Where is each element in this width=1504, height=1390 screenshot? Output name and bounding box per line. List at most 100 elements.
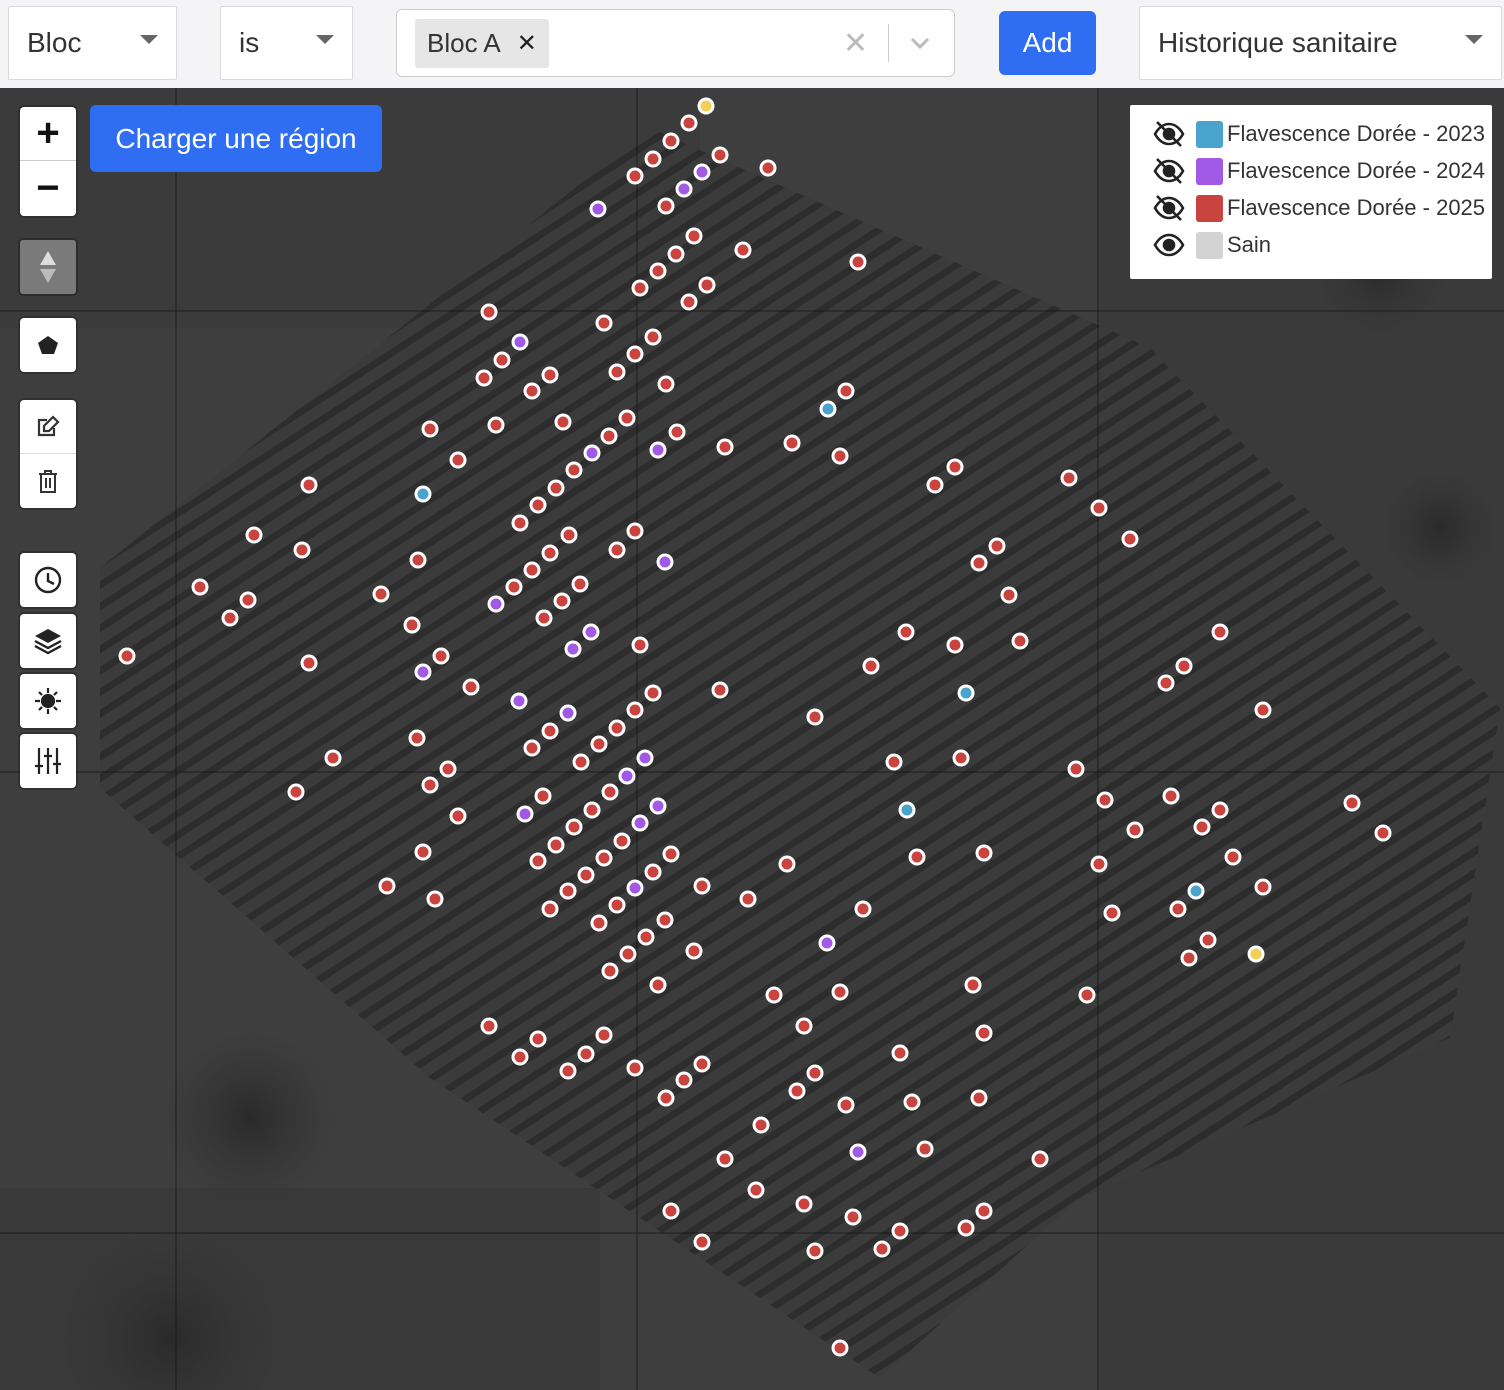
plant-marker[interactable]: [600, 427, 618, 445]
plant-marker[interactable]: [778, 855, 796, 873]
plant-marker[interactable]: [697, 97, 715, 115]
plant-marker[interactable]: [739, 890, 757, 908]
compass-icon[interactable]: [20, 240, 76, 294]
plant-marker[interactable]: [577, 1045, 595, 1063]
plant-marker[interactable]: [957, 1219, 975, 1237]
plant-marker[interactable]: [480, 1017, 498, 1035]
plant-marker[interactable]: [595, 314, 613, 332]
plant-marker[interactable]: [854, 900, 872, 918]
plant-marker[interactable]: [1175, 657, 1193, 675]
plant-marker[interactable]: [656, 553, 674, 571]
plant-marker[interactable]: [644, 328, 662, 346]
plant-marker[interactable]: [590, 914, 608, 932]
plant-marker[interactable]: [408, 729, 426, 747]
plant-marker[interactable]: [565, 818, 583, 836]
plant-marker[interactable]: [657, 375, 675, 393]
plant-marker[interactable]: [1247, 945, 1265, 963]
plant-marker[interactable]: [675, 180, 693, 198]
plant-marker[interactable]: [631, 279, 649, 297]
plant-marker[interactable]: [1254, 878, 1272, 896]
plant-marker[interactable]: [619, 945, 637, 963]
clear-icon[interactable]: ✕: [843, 26, 868, 61]
remove-chip-icon[interactable]: ✕: [517, 29, 537, 58]
plant-marker[interactable]: [239, 591, 257, 609]
plant-marker[interactable]: [409, 551, 427, 569]
plant-marker[interactable]: [529, 852, 547, 870]
plant-marker[interactable]: [693, 1233, 711, 1251]
plant-marker[interactable]: [831, 447, 849, 465]
plant-marker[interactable]: [1193, 818, 1211, 836]
plant-marker[interactable]: [564, 640, 582, 658]
plant-marker[interactable]: [831, 1339, 849, 1357]
polygon-icon[interactable]: [20, 318, 76, 372]
plant-marker[interactable]: [849, 1143, 867, 1161]
plant-marker[interactable]: [432, 647, 450, 665]
legend-item-sain[interactable]: Sain: [1152, 230, 1271, 260]
plant-marker[interactable]: [449, 807, 467, 825]
plant-marker[interactable]: [693, 877, 711, 895]
plant-marker[interactable]: [1067, 760, 1085, 778]
plant-marker[interactable]: [1187, 882, 1205, 900]
plant-marker[interactable]: [529, 1030, 547, 1048]
plant-marker[interactable]: [372, 585, 390, 603]
plant-marker[interactable]: [795, 1195, 813, 1213]
plant-marker[interactable]: [1000, 586, 1018, 604]
plant-marker[interactable]: [806, 708, 824, 726]
plant-marker[interactable]: [511, 333, 529, 351]
plant-marker[interactable]: [245, 526, 263, 544]
plant-marker[interactable]: [1254, 701, 1272, 719]
plant-marker[interactable]: [636, 749, 654, 767]
plant-marker[interactable]: [1096, 791, 1114, 809]
plant-marker[interactable]: [403, 616, 421, 634]
plant-marker[interactable]: [475, 369, 493, 387]
plant-marker[interactable]: [1126, 821, 1144, 839]
plant-marker[interactable]: [511, 1048, 529, 1066]
plant-marker[interactable]: [711, 146, 729, 164]
plant-marker[interactable]: [511, 514, 529, 532]
plant-marker[interactable]: [421, 776, 439, 794]
plant-marker[interactable]: [523, 561, 541, 579]
plant-marker[interactable]: [1169, 900, 1187, 918]
plant-marker[interactable]: [806, 1064, 824, 1082]
plant-marker[interactable]: [819, 400, 837, 418]
plant-marker[interactable]: [571, 575, 589, 593]
plant-marker[interactable]: [957, 684, 975, 702]
plant-marker[interactable]: [631, 814, 649, 832]
plant-marker[interactable]: [747, 1181, 765, 1199]
plant-marker[interactable]: [626, 522, 644, 540]
plant-marker[interactable]: [449, 451, 467, 469]
plant-marker[interactable]: [1224, 848, 1242, 866]
plant-marker[interactable]: [505, 578, 523, 596]
plant-marker[interactable]: [626, 345, 644, 363]
plant-marker[interactable]: [711, 681, 729, 699]
plant-marker[interactable]: [693, 1055, 711, 1073]
plant-marker[interactable]: [559, 882, 577, 900]
plant-marker[interactable]: [649, 441, 667, 459]
plant-marker[interactable]: [1211, 623, 1229, 641]
history-icon[interactable]: [20, 553, 76, 607]
plant-marker[interactable]: [608, 719, 626, 737]
plant-marker[interactable]: [818, 934, 836, 952]
plant-marker[interactable]: [752, 1116, 770, 1134]
plant-marker[interactable]: [1211, 801, 1229, 819]
plant-marker[interactable]: [1103, 904, 1121, 922]
legend-item-2025[interactable]: Flavescence Dorée - 2025: [1152, 193, 1485, 223]
plant-marker[interactable]: [1199, 931, 1217, 949]
plant-marker[interactable]: [590, 735, 608, 753]
plant-marker[interactable]: [534, 787, 552, 805]
value-multiselect[interactable]: Bloc A ✕ ✕: [396, 9, 955, 77]
plant-marker[interactable]: [783, 434, 801, 452]
plant-marker[interactable]: [716, 1150, 734, 1168]
plant-marker[interactable]: [541, 366, 559, 384]
plant-marker[interactable]: [885, 753, 903, 771]
plant-marker[interactable]: [613, 832, 631, 850]
plant-marker[interactable]: [759, 159, 777, 177]
plant-marker[interactable]: [439, 760, 457, 778]
plant-marker[interactable]: [618, 767, 636, 785]
history-select[interactable]: Historique sanitaire: [1139, 6, 1502, 80]
plant-marker[interactable]: [300, 654, 318, 672]
plant-marker[interactable]: [118, 647, 136, 665]
plant-marker[interactable]: [903, 1093, 921, 1111]
load-region-button[interactable]: Charger une région: [90, 105, 382, 172]
plant-marker[interactable]: [649, 797, 667, 815]
